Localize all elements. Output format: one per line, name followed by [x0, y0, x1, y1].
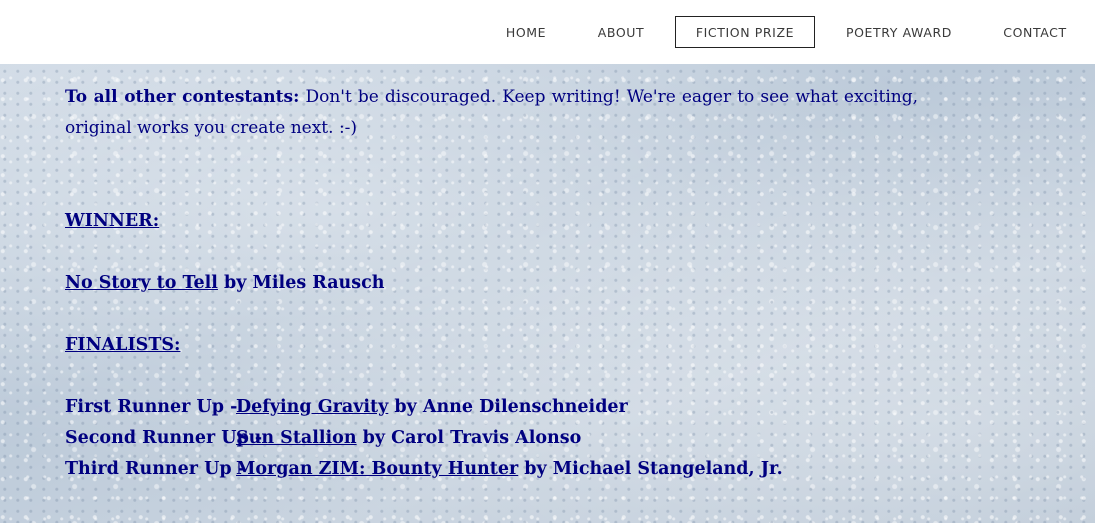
finalist-byline: by Michael Stangeland, Jr. — [518, 459, 783, 479]
finalist-title-link[interactable]: Morgan ZIM: Bounty Hunter — [236, 459, 518, 479]
finalists-heading-text: FINALISTS: — [65, 335, 181, 355]
finalist-byline: by Anne Dilenschneider — [388, 397, 628, 417]
finalist-byline: by Carol Travis Alonso — [356, 428, 582, 448]
nav-contact-link[interactable]: CONTACT — [993, 16, 1077, 48]
finalist-rank: Second Runner Up - — [65, 428, 263, 448]
winner-entry: No Story to Tell by Miles Rausch — [65, 268, 385, 299]
contestants-lead: To all other contestants: — [65, 87, 300, 107]
finalist-rank: Third Runner Up - — [65, 459, 245, 479]
finalist-row: Second Runner Up -Sun Stallion by Carol … — [65, 423, 581, 454]
contestants-message: To all other contestants: Don't be disco… — [65, 82, 918, 144]
nav-poetry-award-link[interactable]: POETRY AWARD — [834, 16, 964, 48]
nav-fiction-prize-link[interactable]: FICTION PRIZE — [675, 16, 815, 48]
main-content: To all other contestants: Don't be disco… — [65, 82, 918, 479]
finalist-title-link[interactable]: Sun Stallion — [236, 428, 357, 448]
finalist-rank: First Runner Up - — [65, 397, 238, 417]
nav-about-link[interactable]: ABOUT — [586, 16, 656, 48]
finalist-title-link[interactable]: Defying Gravity — [236, 397, 388, 417]
winner-byline: by Miles Rausch — [217, 273, 385, 293]
finalist-row: First Runner Up -Defying Gravity by Anne… — [65, 392, 628, 423]
nav-home-link[interactable]: HOME — [494, 16, 558, 48]
winner-heading-text: WINNER: — [65, 211, 160, 231]
top-navigation-bar: HOME ABOUT FICTION PRIZE POETRY AWARD CO… — [0, 0, 1095, 64]
winner-title-link[interactable]: No Story to Tell — [65, 273, 218, 293]
winner-heading: WINNER: — [65, 206, 159, 237]
finalist-row: Third Runner Up -Morgan ZIM: Bounty Hunt… — [65, 454, 783, 485]
finalists-heading: FINALISTS: — [65, 330, 180, 361]
